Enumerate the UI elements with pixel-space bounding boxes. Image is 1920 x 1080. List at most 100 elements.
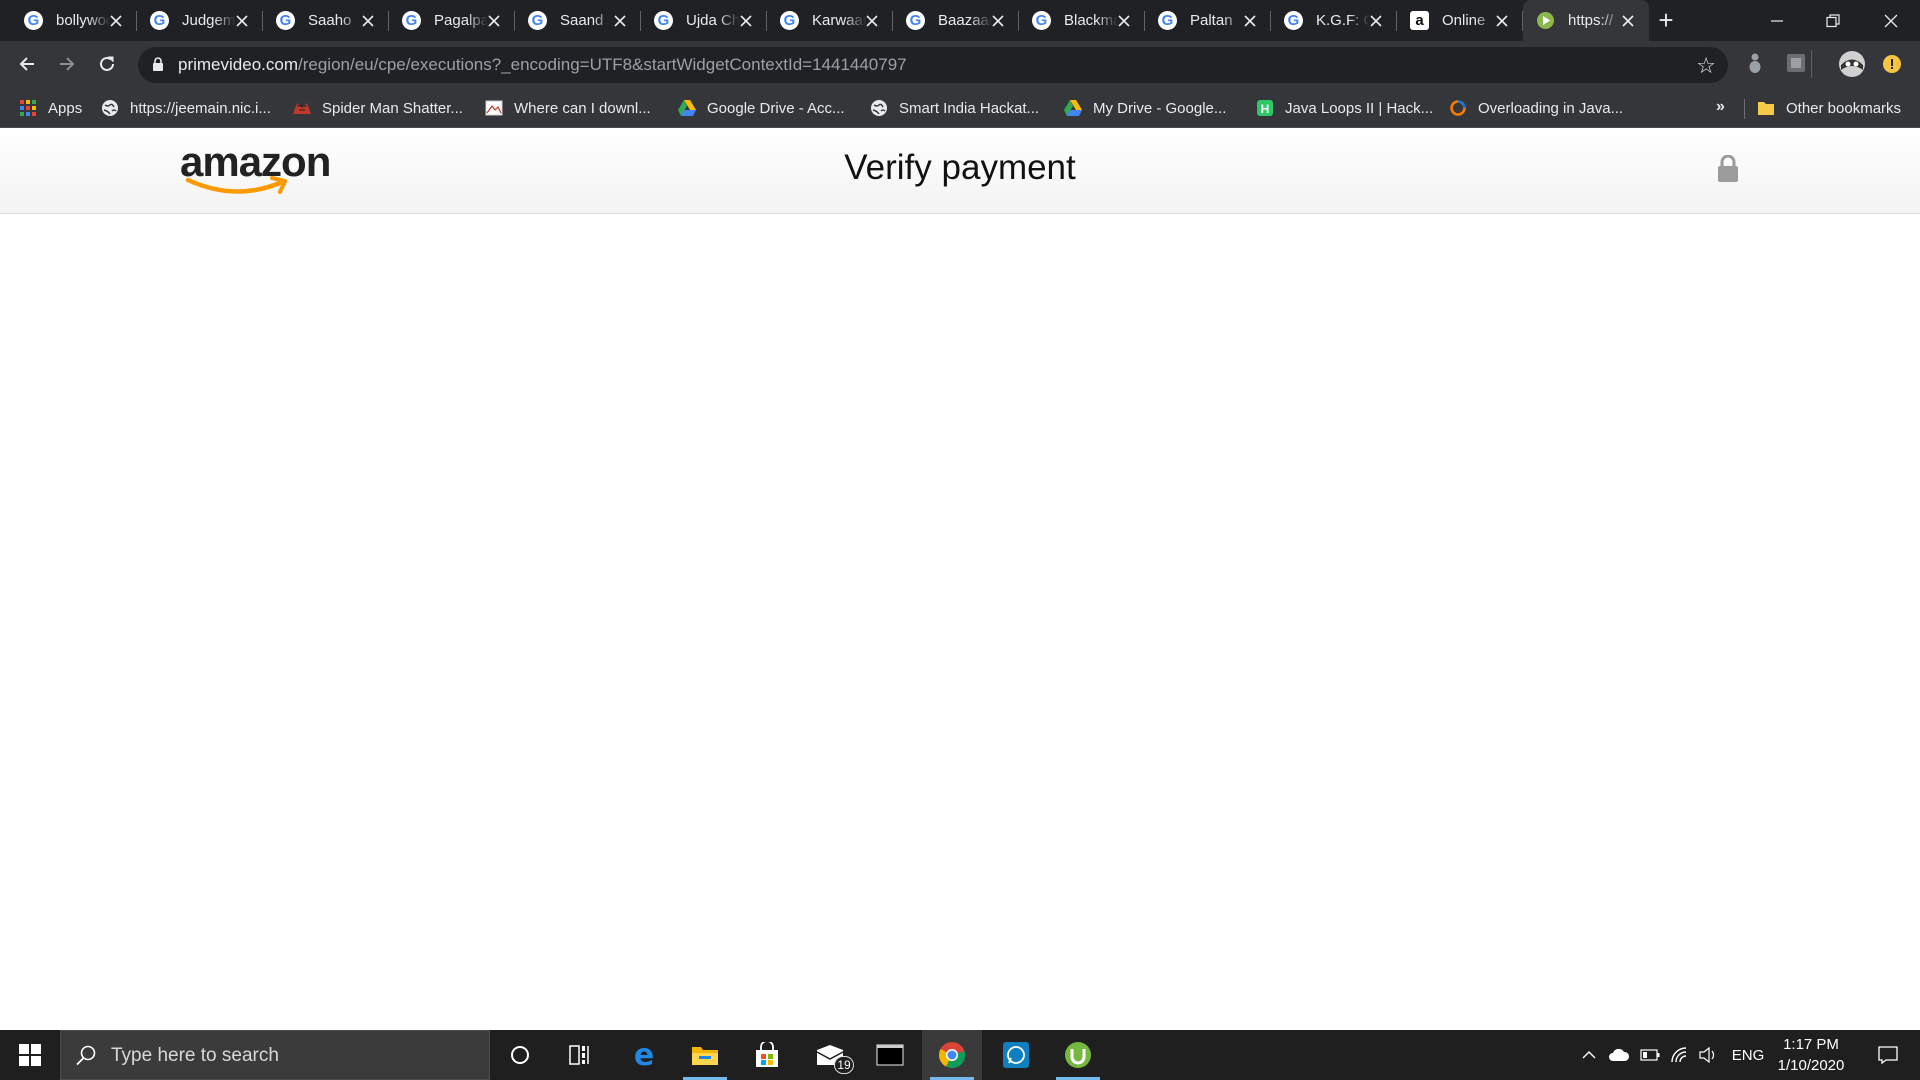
forward-button[interactable]	[50, 47, 84, 81]
bookmark-item[interactable]: Overloading in Java...	[1448, 96, 1623, 120]
network-tray-icon[interactable]	[1666, 1030, 1694, 1080]
tab[interactable]: G Saaho	[263, 0, 389, 41]
taskbar-app-utorrent[interactable]	[1048, 1030, 1108, 1080]
bookmark-label: My Drive - Google...	[1093, 99, 1227, 117]
bookmark-star-icon[interactable]: ☆	[1696, 53, 1716, 79]
windows-taskbar: Type here to search ENG 1:17 PM 1/10/202…	[0, 1030, 1920, 1080]
google-g-icon: G	[528, 11, 547, 30]
show-hidden-icons-button[interactable]	[1576, 1030, 1602, 1080]
tab-close-icon[interactable]	[736, 11, 755, 30]
bookmark-item[interactable]: My Drive - Google...	[1063, 96, 1226, 120]
task-view-icon	[569, 1045, 591, 1065]
page-title: Verify payment	[844, 148, 1076, 187]
close-window-button[interactable]	[1863, 0, 1919, 41]
tab[interactable]: G Pagalpanti	[389, 0, 515, 41]
action-center-button[interactable]	[1862, 1030, 1914, 1080]
image-icon	[484, 99, 503, 118]
tab-close-icon[interactable]	[1492, 11, 1511, 30]
restore-button[interactable]	[1805, 0, 1861, 41]
terminal-icon	[876, 1044, 904, 1066]
language-indicator[interactable]: ENG	[1726, 1030, 1770, 1080]
taskbar-app-whatsapp[interactable]	[986, 1030, 1046, 1080]
cloud-icon	[1609, 1048, 1630, 1061]
tab[interactable]: G Paltan	[1145, 0, 1271, 41]
tab-close-icon[interactable]	[988, 11, 1007, 30]
taskbar-search-box[interactable]: Type here to search	[60, 1030, 490, 1080]
tab[interactable]: G K.G.F: Chapter	[1271, 0, 1397, 41]
tab-close-icon[interactable]	[484, 11, 503, 30]
bookmark-item[interactable]: Smart India Hackat...	[869, 96, 1039, 120]
tab[interactable]: G Baazaar	[893, 0, 1019, 41]
bookmark-item[interactable]: Where can I downl...	[484, 96, 651, 120]
taskbar-app-edge[interactable]: e	[614, 1030, 674, 1080]
tab-close-icon[interactable]	[1618, 11, 1637, 30]
close-icon	[1884, 14, 1898, 27]
cortana-icon	[509, 1044, 531, 1066]
tab-close-icon[interactable]	[232, 11, 251, 30]
bookmark-item[interactable]: Spider Man Shatter...	[292, 96, 463, 120]
google-drive-icon	[677, 99, 696, 118]
browser-toolbar: primevideo.com/region/eu/cpe/executions?…	[0, 41, 1920, 88]
reload-button[interactable]	[90, 47, 124, 81]
start-button[interactable]	[0, 1030, 60, 1080]
apps-grid-icon	[18, 99, 37, 118]
tab-title: Pagalpanti	[434, 12, 488, 29]
tab[interactable]: G Blackmail	[1019, 0, 1145, 41]
bookmark-item[interactable]: https://jeemain.nic.i...	[100, 96, 271, 120]
tab[interactable]: G Ujda Chaman	[641, 0, 767, 41]
tab-close-icon[interactable]	[610, 11, 629, 30]
battery-tray-icon[interactable]	[1636, 1030, 1664, 1080]
taskbar-app-terminal[interactable]	[860, 1030, 920, 1080]
amazon-a-icon: a	[1410, 11, 1429, 30]
google-g-icon: G	[654, 11, 673, 30]
profile-avatar[interactable]	[1838, 50, 1866, 78]
windows-logo-icon	[19, 1044, 41, 1066]
bookmarks-bar: » Other bookmarks Apps https://jeemain.ni…	[0, 88, 1920, 128]
extension-figure-icon[interactable]	[1747, 52, 1763, 74]
tab[interactable]: G Karwaan	[767, 0, 893, 41]
battery-icon	[1640, 1049, 1660, 1061]
system-clock[interactable]: 1:17 PM 1/10/2020	[1766, 1034, 1856, 1076]
tab[interactable]: G Saand	[515, 0, 641, 41]
arrow-left-icon	[19, 57, 34, 71]
tab-title: Online	[1442, 12, 1486, 29]
tab-close-icon[interactable]	[1366, 11, 1385, 30]
screen: GbollywoodGJudgementallGSaaho G Pagalpanti…	[0, 0, 1920, 1080]
taskbar-app-store[interactable]	[737, 1030, 797, 1080]
tab-close-icon[interactable]	[1240, 11, 1259, 30]
google-g-icon: G	[402, 11, 421, 30]
bookmark-item[interactable]: H Java Loops II | Hack...	[1255, 96, 1433, 120]
back-button[interactable]	[10, 47, 44, 81]
tab-close-icon[interactable]	[106, 11, 125, 30]
tab[interactable]: G Judgementall	[137, 0, 263, 41]
minimize-button[interactable]	[1749, 0, 1805, 41]
tab-active[interactable]: https://	[1523, 0, 1649, 41]
taskbar-app-mail[interactable]: 19	[800, 1030, 860, 1080]
edge-icon: e	[631, 1042, 657, 1068]
tab[interactable]: Gbollywood	[11, 0, 137, 41]
tab-close-icon[interactable]	[358, 11, 377, 30]
bookmarks-overflow-button[interactable]: »	[1716, 98, 1725, 116]
taskbar-app-cortana[interactable]	[490, 1030, 550, 1080]
other-bookmarks-folder[interactable]: Other bookmarks	[1756, 96, 1901, 120]
tab[interactable]: a Online	[1397, 0, 1523, 41]
address-bar[interactable]: primevideo.com/region/eu/cpe/executions?…	[138, 47, 1728, 83]
clock-time: 1:17 PM	[1783, 1036, 1839, 1053]
tab-title: https://	[1568, 12, 1614, 29]
tab-close-icon[interactable]	[1114, 11, 1133, 30]
onedrive-tray-icon[interactable]	[1604, 1030, 1634, 1080]
volume-tray-icon[interactable]	[1694, 1030, 1722, 1080]
taskbar-app-chrome[interactable]	[922, 1030, 982, 1080]
update-alert-icon[interactable]	[1882, 54, 1902, 74]
extension-box-icon[interactable]	[1785, 52, 1807, 74]
url-host: primevideo.com	[178, 55, 298, 74]
new-tab-button[interactable]: +	[1654, 7, 1678, 33]
prime-video-play-icon	[1536, 11, 1555, 30]
tab-close-icon[interactable]	[862, 11, 881, 30]
bookmark-item[interactable]: Google Drive - Acc...	[677, 96, 845, 120]
taskbar-app-file-explorer[interactable]	[675, 1030, 735, 1080]
svg-text:e: e	[634, 1042, 654, 1068]
taskbar-app-task-view[interactable]	[550, 1030, 610, 1080]
apps-shortcut[interactable]: Apps	[18, 96, 82, 120]
whatsapp-icon	[1002, 1041, 1030, 1069]
